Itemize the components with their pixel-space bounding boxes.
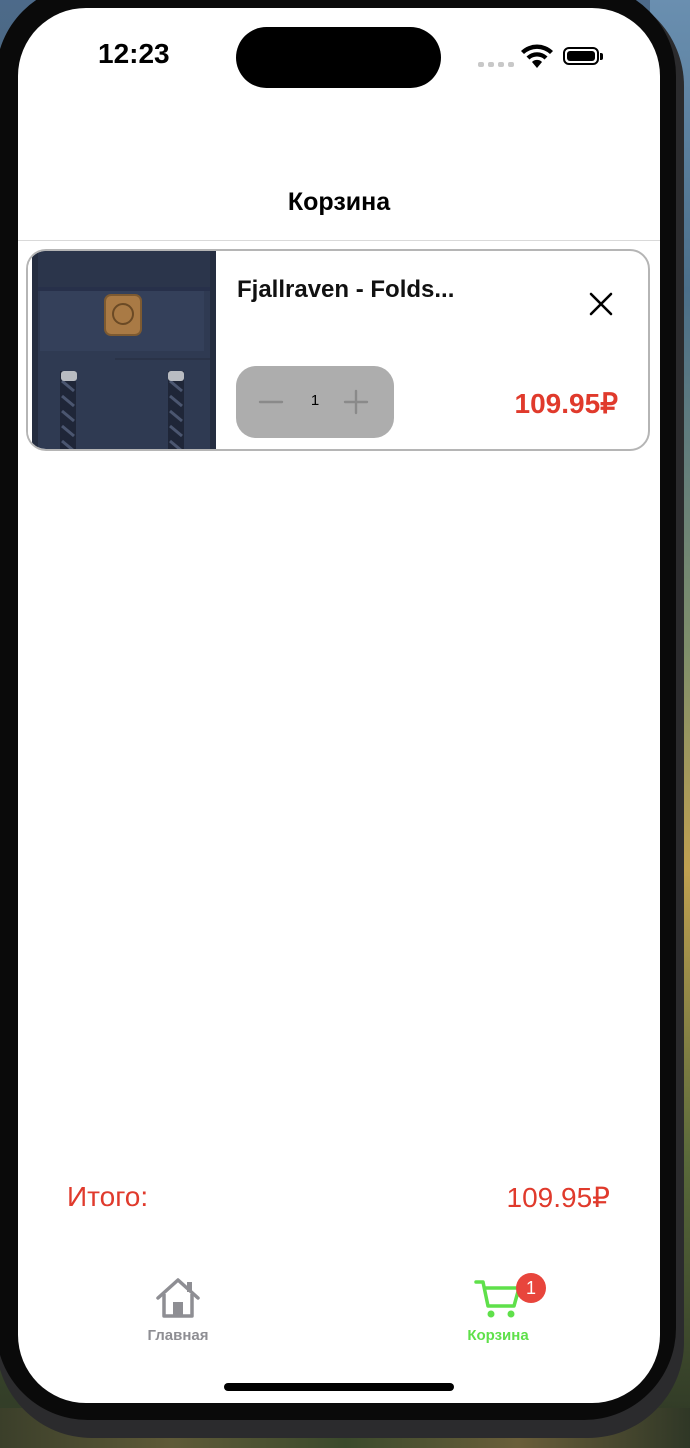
decrement-button[interactable] (258, 389, 284, 415)
wifi-icon (521, 44, 553, 68)
status-time: 12:23 (98, 38, 170, 69)
home-indicator[interactable] (224, 1383, 454, 1391)
remove-item-button[interactable] (584, 287, 618, 321)
backpack-image (28, 251, 218, 449)
cart-count-badge: 1 (516, 1273, 546, 1303)
close-icon (589, 292, 613, 316)
product-name: Fjallraven - Folds... (237, 276, 455, 303)
plus-icon (343, 389, 369, 415)
dynamic-island (236, 27, 441, 88)
total-label: Итого: (67, 1181, 149, 1212)
item-price: 109.95₽ (514, 388, 618, 419)
tab-cart[interactable]: 1 Корзина (448, 1273, 548, 1356)
tab-home[interactable]: Главная (128, 1276, 228, 1356)
tab-home-label: Главная (147, 1327, 209, 1344)
page-title: Корзина (287, 188, 391, 216)
total-value: 109.95₽ (506, 1182, 610, 1213)
cart-icon (474, 1280, 521, 1318)
home-icon (156, 1278, 200, 1318)
nav-divider (18, 240, 660, 241)
increment-button[interactable] (343, 389, 369, 415)
tab-cart-label: Корзина (467, 1327, 529, 1344)
quantity-stepper: 1 (236, 366, 394, 438)
battery-icon (563, 47, 603, 65)
app-screen: 12:23 Корзина Fjallraven - Folds... 1 10… (18, 8, 660, 1403)
quantity-value: 1 (310, 392, 320, 409)
cellular-signal-icon (478, 62, 514, 67)
cart-item: Fjallraven - Folds... 1 109.95₽ (26, 249, 650, 451)
